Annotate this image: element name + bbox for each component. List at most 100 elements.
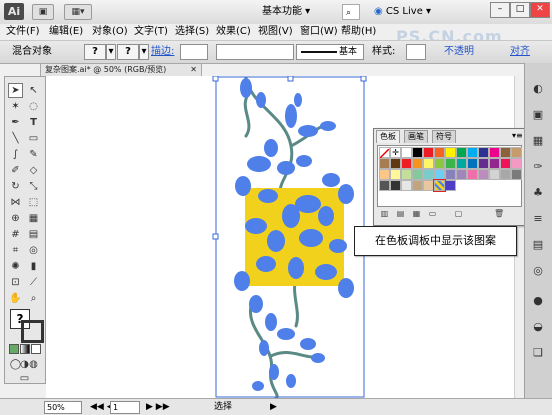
swatches-panel-icon[interactable]: ▦: [530, 133, 546, 149]
swatch-color[interactable]: [511, 169, 522, 180]
appearance-panel-icon[interactable]: ●: [530, 293, 546, 309]
stroke-swatch[interactable]: [21, 320, 44, 343]
close-tab-icon[interactable]: ✕: [190, 64, 197, 76]
swatch-color[interactable]: [511, 158, 522, 169]
swatch-color[interactable]: [390, 169, 401, 180]
swatch-color[interactable]: [500, 169, 511, 180]
none-mode-icon[interactable]: [31, 344, 41, 354]
cs-live-button[interactable]: ◉ CS Live ▾: [374, 4, 431, 19]
swatch-color[interactable]: [456, 158, 467, 169]
tab-brushes[interactable]: 画笔: [404, 130, 428, 143]
bridge-icon[interactable]: ▣: [32, 4, 54, 20]
selection-tool-icon[interactable]: ➤: [8, 83, 23, 98]
perspective-grid-tool-icon[interactable]: ▦: [26, 211, 41, 226]
swatch-color[interactable]: [434, 158, 445, 169]
swatch-color[interactable]: [379, 169, 390, 180]
stroke-dropdown[interactable]: ▾: [139, 44, 149, 60]
shape-builder-tool-icon[interactable]: ⊕: [8, 211, 23, 226]
pen-tool-icon[interactable]: ✒: [8, 115, 23, 130]
delete-swatch-icon[interactable]: 🗑: [494, 209, 504, 218]
swatch-color[interactable]: [456, 147, 467, 158]
swatch-color[interactable]: [467, 147, 478, 158]
swatch-color[interactable]: [445, 180, 456, 191]
swatch-color[interactable]: [489, 169, 500, 180]
free-transform-tool-icon[interactable]: ⬚: [26, 195, 41, 210]
eyedropper-tool-icon[interactable]: ⌗: [8, 243, 23, 258]
mesh-tool-icon[interactable]: #: [8, 227, 23, 242]
color-mode-icon[interactable]: [9, 344, 19, 354]
menu-window[interactable]: 窗口(W): [300, 25, 338, 39]
color-panel-icon[interactable]: ◐: [530, 81, 546, 97]
tab-symbols[interactable]: 符号: [432, 130, 456, 143]
stroke-panel-icon[interactable]: ≡: [530, 211, 546, 227]
swatch-new-pattern[interactable]: [433, 179, 446, 192]
transparency-panel-icon[interactable]: ◎: [530, 263, 546, 279]
artboard-number-field[interactable]: 1: [110, 401, 140, 414]
swatch-color[interactable]: [489, 158, 500, 169]
swatch-color[interactable]: [412, 180, 423, 191]
swatch-color[interactable]: [379, 180, 390, 191]
swatch-color[interactable]: [390, 158, 401, 169]
symbols-panel-icon[interactable]: ♣: [530, 185, 546, 201]
layers-panel-icon[interactable]: ❏: [530, 345, 546, 361]
panel-menu-icon[interactable]: ▾≡: [512, 130, 523, 142]
brushes-panel-icon[interactable]: ✑: [530, 159, 546, 175]
swatch-color[interactable]: [467, 158, 478, 169]
swatch-color[interactable]: [478, 169, 489, 180]
close-button[interactable]: ✕: [530, 2, 550, 18]
fill-dropdown[interactable]: ▾: [106, 44, 116, 60]
swatch-color[interactable]: [401, 158, 412, 169]
swatch-color[interactable]: [401, 169, 412, 180]
fill-color-button[interactable]: ?: [84, 44, 106, 60]
slice-tool-icon[interactable]: ⟋: [26, 275, 41, 290]
swatch-color[interactable]: [478, 147, 489, 158]
search-input[interactable]: ⌕: [342, 4, 360, 20]
zoom-level-field[interactable]: 50%: [44, 401, 82, 414]
stroke-color-button[interactable]: ?: [117, 44, 139, 60]
blob-brush-tool-icon[interactable]: ✐: [8, 163, 23, 178]
rotate-tool-icon[interactable]: ↻: [8, 179, 23, 194]
swatch-color[interactable]: [412, 158, 423, 169]
gradient-panel-icon[interactable]: ▤: [530, 237, 546, 253]
brush-definition[interactable]: 基本: [296, 44, 364, 60]
line-tool-icon[interactable]: ╲: [8, 131, 23, 146]
pencil-tool-icon[interactable]: ✎: [26, 147, 41, 162]
draw-inside-icon[interactable]: ◍: [26, 357, 41, 372]
hand-tool-icon[interactable]: ✋: [8, 291, 23, 306]
eraser-tool-icon[interactable]: ◇: [26, 163, 41, 178]
swatch-library-icon[interactable]: ▥: [380, 209, 389, 218]
variable-width-profile[interactable]: [216, 44, 294, 60]
swatch-options-icon[interactable]: ▦: [412, 209, 421, 218]
gradient-mode-icon[interactable]: [20, 344, 30, 354]
swatch-color[interactable]: [478, 158, 489, 169]
menu-type[interactable]: 文字(T): [134, 25, 168, 39]
menu-help[interactable]: 帮助(H): [341, 25, 376, 39]
width-tool-icon[interactable]: ⋈: [8, 195, 23, 210]
maximize-button[interactable]: □: [510, 2, 530, 18]
color-guide-icon[interactable]: ▣: [530, 107, 546, 123]
swatch-color[interactable]: [467, 169, 478, 180]
direct-selection-tool-icon[interactable]: ↖: [26, 83, 41, 98]
swatch-color[interactable]: [390, 180, 401, 191]
swatch-color[interactable]: [423, 158, 434, 169]
new-color-group-icon[interactable]: ▭: [428, 209, 437, 218]
blend-tool-icon[interactable]: ◎: [26, 243, 41, 258]
swatch-color[interactable]: [423, 147, 434, 158]
menu-edit[interactable]: 编辑(E): [49, 25, 83, 39]
screen-mode-icon[interactable]: ▭: [17, 371, 32, 386]
swatch-color[interactable]: [511, 147, 522, 158]
menu-select[interactable]: 选择(S): [175, 25, 209, 39]
swatch-color[interactable]: [489, 147, 500, 158]
magic-wand-tool-icon[interactable]: ✶: [8, 99, 23, 114]
menu-file[interactable]: 文件(F): [6, 25, 40, 39]
opacity-label[interactable]: 不透明: [444, 45, 474, 59]
document-tab[interactable]: 复杂图案.ai* @ 50% (RGB/预览) ✕: [40, 63, 202, 76]
paintbrush-tool-icon[interactable]: ∫: [8, 147, 23, 162]
swatch-color[interactable]: [423, 180, 434, 191]
swatch-color[interactable]: [500, 147, 511, 158]
swatch-color[interactable]: [445, 169, 456, 180]
swatch-color[interactable]: [412, 169, 423, 180]
swatch-registration[interactable]: ✛: [390, 147, 401, 158]
swatch-color[interactable]: [379, 158, 390, 169]
menu-object[interactable]: 对象(O): [92, 25, 128, 39]
